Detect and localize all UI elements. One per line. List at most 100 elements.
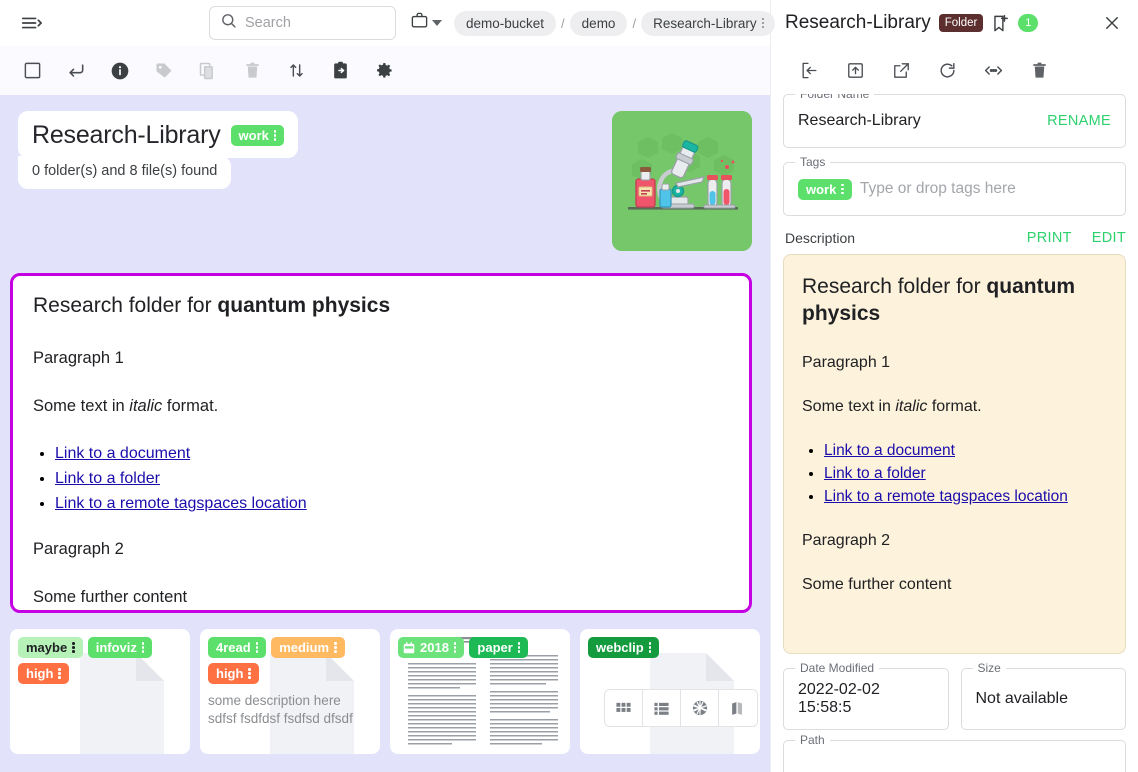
panel-description-link-0[interactable]: Link to a document	[824, 442, 955, 459]
tag-menu-icon[interactable]	[329, 642, 342, 653]
print-button[interactable]: PRINT	[1027, 230, 1072, 246]
reload-icon[interactable]	[931, 54, 963, 86]
folder-thumbnail[interactable]	[612, 111, 752, 251]
description-header: Description PRINT EDIT	[785, 230, 1126, 246]
trash-icon[interactable]	[236, 55, 268, 87]
file-tag-chip[interactable]: maybe	[18, 637, 83, 658]
properties-body: Folder Name Research-Library RENAME Tags…	[771, 94, 1138, 772]
tag-menu-icon[interactable]	[137, 642, 150, 653]
panel-description-link-1[interactable]: Link to a folder	[824, 465, 926, 482]
breadcrumb-menu-icon[interactable]	[757, 18, 770, 29]
move-to-icon[interactable]	[324, 55, 356, 87]
description-link-list: Link to a document Link to a folder Link…	[55, 445, 729, 513]
open-natively-icon[interactable]	[839, 54, 871, 86]
open-external-icon[interactable]	[885, 54, 917, 86]
science-lab-illustration	[612, 111, 752, 251]
calendar-icon	[402, 641, 416, 655]
list-view-icon[interactable]	[643, 690, 681, 726]
properties-panel: Research-Library Folder 1	[770, 0, 1138, 772]
file-card[interactable]: maybe infoviz high	[10, 629, 190, 754]
breadcrumb-item-0[interactable]: demo-bucket	[454, 11, 556, 36]
breadcrumb: demo-bucket / demo / Research-Library	[454, 11, 775, 36]
tag-input-placeholder[interactable]: Type or drop tags here	[860, 180, 1016, 198]
description-link-1[interactable]: Link to a folder	[55, 470, 160, 487]
file-tag-label: maybe	[26, 640, 67, 655]
date-modified-field: Date Modified 2022-02-02 15:58:5	[783, 668, 949, 730]
file-tag-label: infoviz	[96, 640, 137, 655]
trash-icon[interactable]	[1023, 54, 1055, 86]
app-root: demo-bucket / demo / Research-Library	[0, 0, 1138, 772]
description-panel[interactable]: Research folder for quantum physics Para…	[783, 254, 1126, 654]
file-description: some description here sdfsf fsdfdsf fsdf…	[208, 692, 372, 728]
panel-description-link-2[interactable]: Link to a remote tagspaces location	[824, 488, 1068, 505]
copy-icon[interactable]	[192, 55, 224, 87]
list-item: Link to a folder	[55, 470, 729, 488]
info-icon[interactable]	[104, 55, 136, 87]
expand-icon[interactable]	[977, 54, 1009, 86]
navigate-back-icon[interactable]	[60, 55, 92, 87]
folder-description-card[interactable]: Research folder for quantum physics Para…	[10, 273, 752, 613]
list-item: Link to a remote tagspaces location	[824, 488, 1107, 506]
tag-icon[interactable]	[148, 55, 180, 87]
hamburger-collapse-icon[interactable]	[20, 7, 42, 39]
tag-menu-icon[interactable]	[269, 130, 282, 141]
tag-chip-work[interactable]: work	[798, 179, 852, 200]
edit-button[interactable]: EDIT	[1092, 230, 1126, 246]
search-icon	[220, 12, 237, 34]
panel-description-link-list: Link to a document Link to a folder Link…	[824, 442, 1107, 506]
tag-menu-icon[interactable]	[67, 642, 80, 653]
file-card[interactable]: 4read medium high some description here …	[200, 629, 380, 754]
path-field[interactable]: Path	[783, 740, 1126, 772]
file-tag-chip[interactable]: 2018	[398, 637, 464, 658]
open-in-parent-icon[interactable]	[793, 54, 825, 86]
file-tag-chip[interactable]: 4read	[208, 637, 266, 658]
folder-name-field[interactable]: Folder Name Research-Library RENAME	[783, 94, 1126, 148]
list-item: Link to a folder	[824, 465, 1107, 483]
size-legend: Size	[973, 661, 1006, 675]
select-all-checkbox-icon[interactable]	[16, 55, 48, 87]
rename-button[interactable]: RENAME	[1047, 113, 1111, 129]
tag-menu-icon[interactable]	[513, 642, 526, 653]
file-tag-chip[interactable]: paper	[469, 637, 528, 658]
description-label: Description	[785, 230, 855, 246]
tag-menu-icon[interactable]	[53, 668, 66, 679]
file-tag-list: webclip	[588, 637, 752, 658]
page-title: Research-Library	[32, 121, 221, 150]
file-card[interactable]: webclip	[580, 629, 760, 754]
file-tag-chip[interactable]: medium	[271, 637, 344, 658]
tags-field[interactable]: Tags work Type or drop tags here	[783, 162, 1126, 216]
search-input[interactable]	[245, 15, 385, 31]
file-tag-chip[interactable]: infoviz	[88, 637, 153, 658]
grid-view-icon[interactable]	[605, 690, 643, 726]
search-box[interactable]	[209, 6, 396, 40]
aperture-view-icon[interactable]	[681, 690, 719, 726]
panel-description-italic-line: Some text in italic format.	[802, 398, 1107, 416]
action-toolbar	[0, 46, 770, 95]
sort-icon[interactable]	[280, 55, 312, 87]
bookmark-add-icon[interactable]	[991, 14, 1010, 33]
gear-icon[interactable]	[368, 55, 400, 87]
size-value: Not available	[976, 690, 1069, 708]
tag-menu-icon[interactable]	[251, 642, 264, 653]
properties-title: Research-Library	[785, 12, 931, 34]
folder-tag-chip[interactable]: work	[231, 125, 285, 146]
description-link-2[interactable]: Link to a remote tagspaces location	[55, 495, 307, 512]
breadcrumb-item-1[interactable]: demo	[570, 11, 628, 36]
location-selector[interactable]	[410, 11, 442, 35]
file-card[interactable]: 2018 paper	[390, 629, 570, 754]
panel-description-paragraph-3: Some further content	[802, 576, 1107, 594]
date-modified-legend: Date Modified	[795, 661, 879, 675]
file-tag-chip[interactable]: high	[18, 663, 69, 684]
close-icon[interactable]	[1096, 7, 1128, 39]
description-link-0[interactable]: Link to a document	[55, 445, 190, 462]
tag-menu-icon[interactable]	[836, 184, 849, 195]
file-tag-chip[interactable]: high	[208, 663, 259, 684]
breadcrumb-separator: /	[558, 16, 568, 31]
tag-menu-icon[interactable]	[644, 642, 657, 653]
tag-menu-icon[interactable]	[449, 642, 462, 653]
breadcrumb-item-2[interactable]: Research-Library	[641, 11, 775, 36]
file-tag-chip[interactable]: webclip	[588, 637, 659, 658]
file-tag-list: 2018 paper	[398, 637, 562, 658]
tag-menu-icon[interactable]	[243, 668, 256, 679]
map-view-icon[interactable]	[719, 690, 757, 726]
